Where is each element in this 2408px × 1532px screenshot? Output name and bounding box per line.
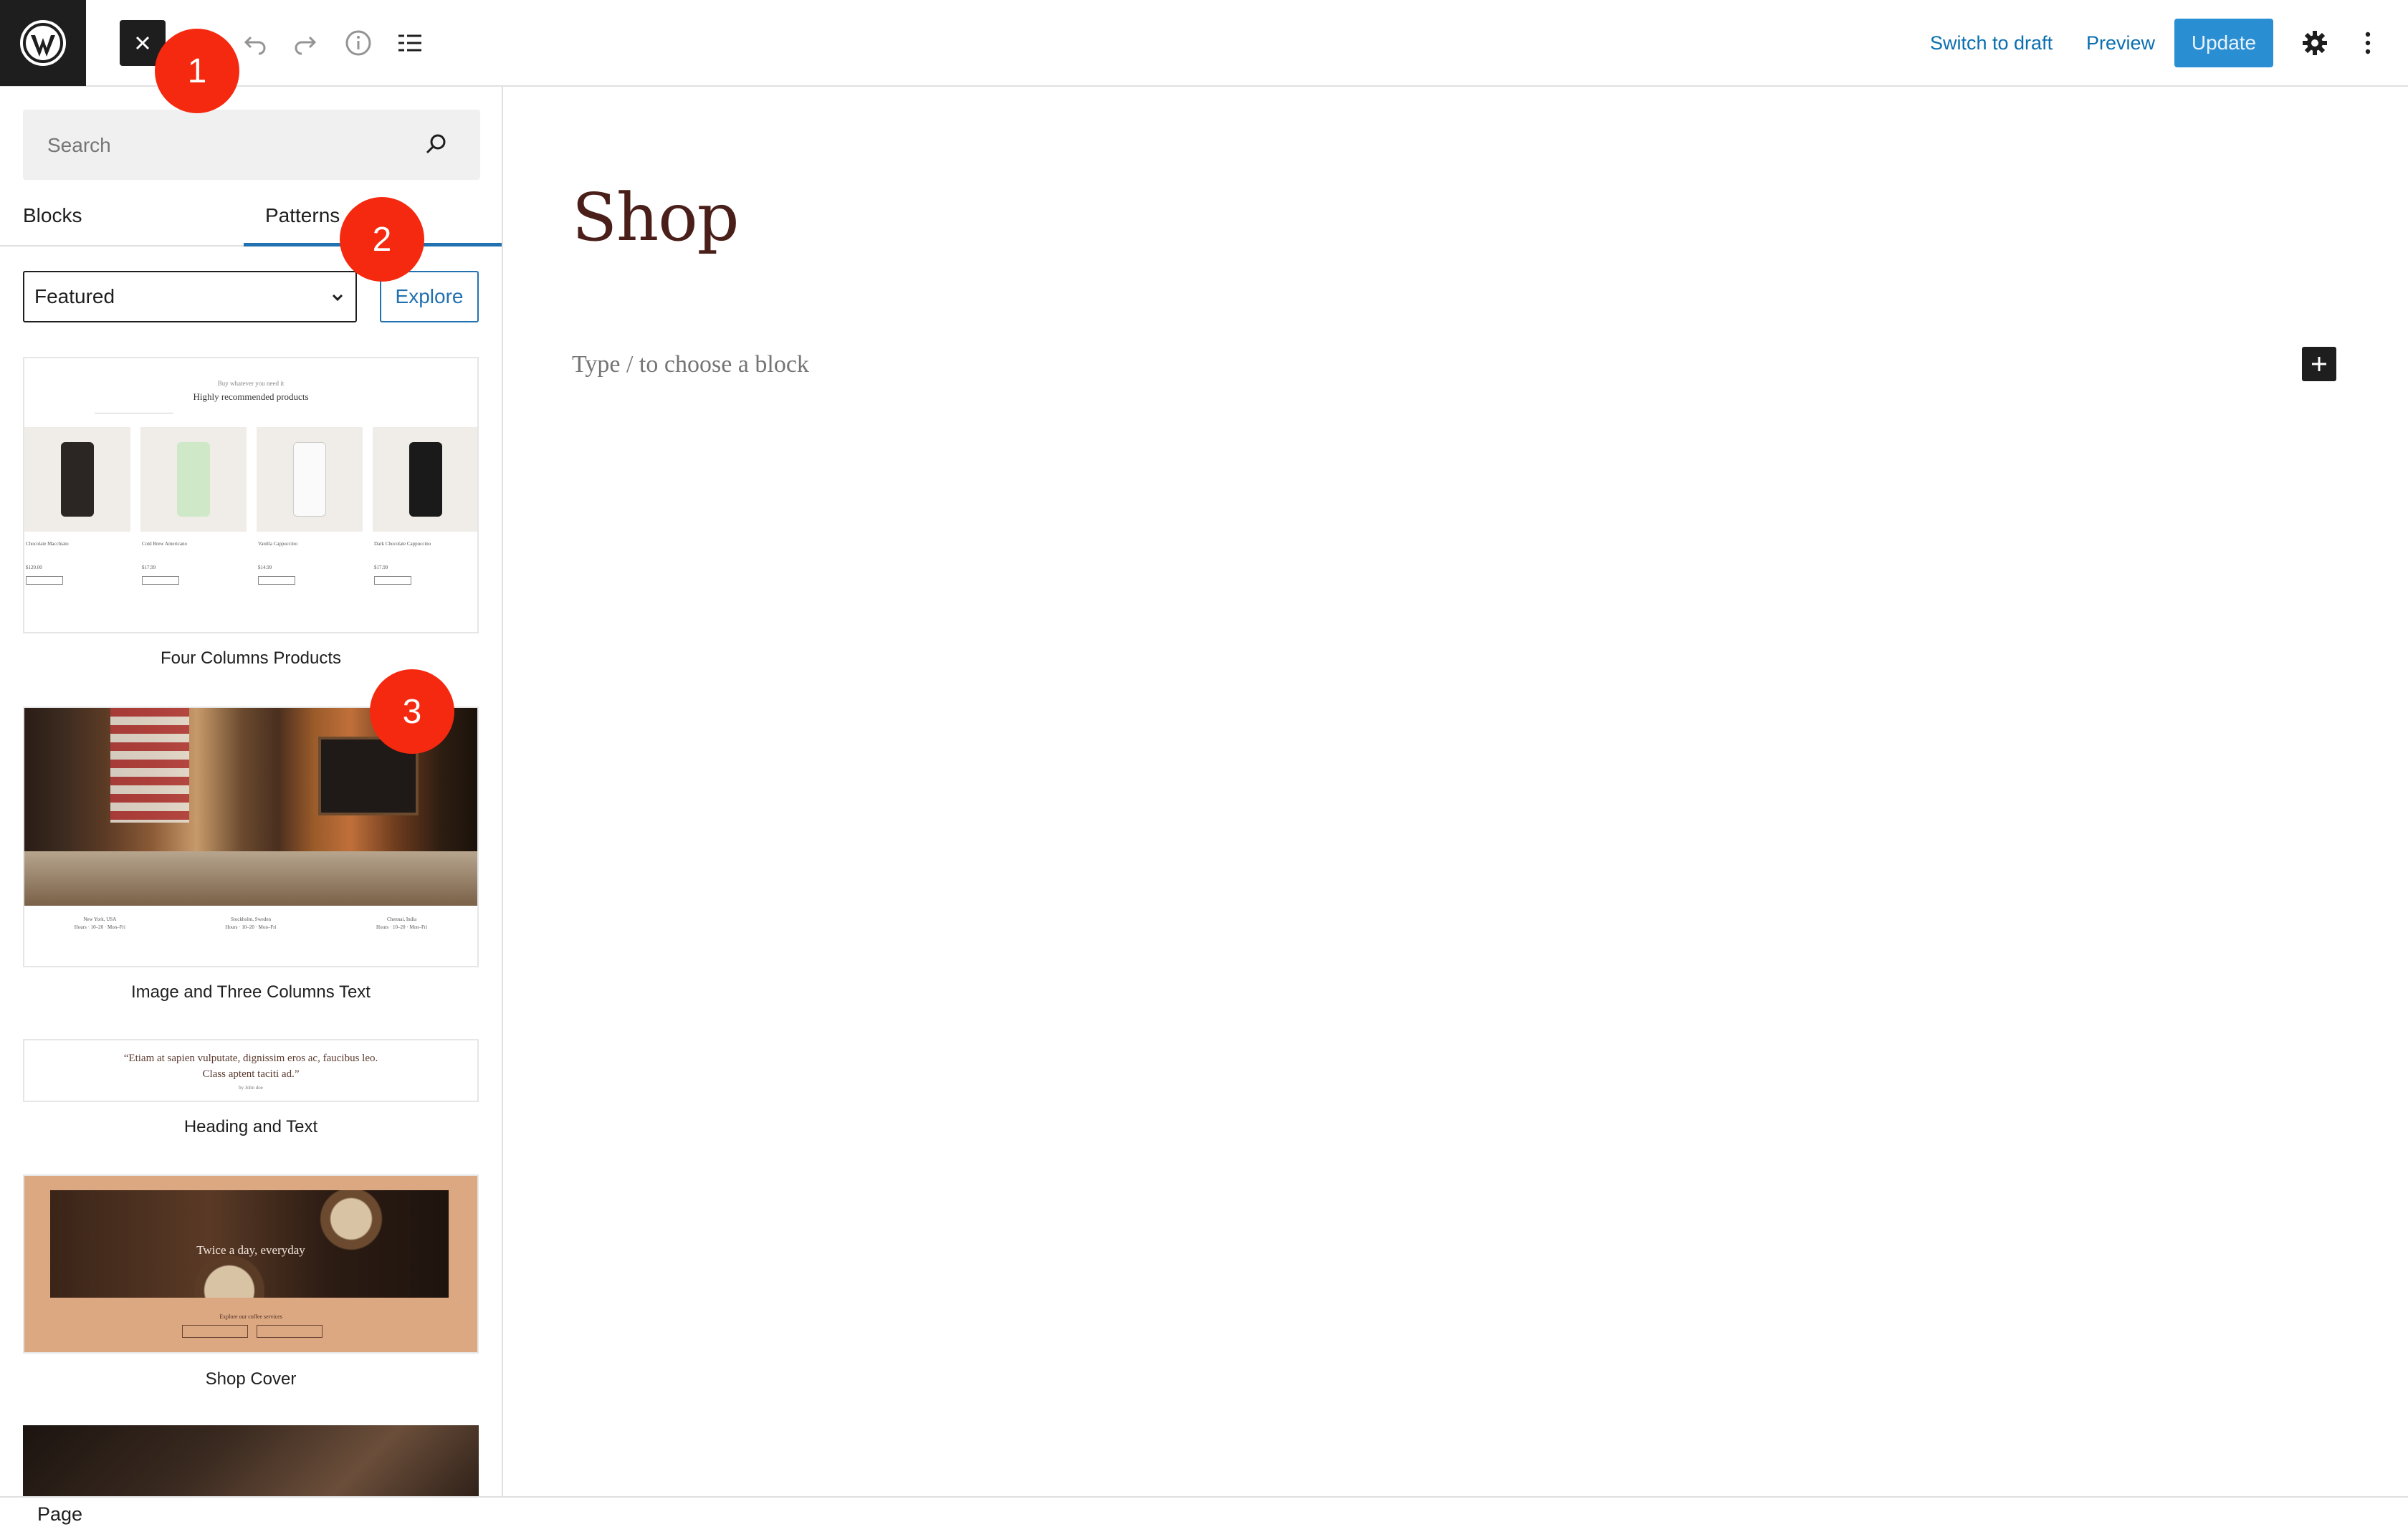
- product-info: Vanilla Cappuccino $14.99: [258, 540, 364, 585]
- product-image: [373, 427, 477, 532]
- cover-button: [182, 1325, 248, 1338]
- editor-header: Switch to draft Preview Update: [0, 0, 2408, 87]
- breadcrumb[interactable]: Page: [37, 1503, 82, 1526]
- product-info: Chocolate Macchiato $120.00: [26, 540, 132, 585]
- product-can: [409, 442, 442, 517]
- product-price: $17.99: [374, 565, 388, 570]
- pattern-label: Image and Three Columns Text: [131, 982, 371, 1002]
- pattern-preview-four-columns-products[interactable]: Buy whatever you need it Highly recommen…: [23, 357, 479, 633]
- cover-title: Twice a day, everyday: [196, 1243, 305, 1257]
- flag-detail: [110, 708, 189, 823]
- redo-button[interactable]: [284, 21, 327, 64]
- preview-heading: Buy whatever you need it Highly recommen…: [24, 380, 477, 403]
- pattern-category-select[interactable]: Featured: [23, 271, 357, 322]
- preview-quote: “Etiam at sapien vulputate, dignissim er…: [123, 1053, 378, 1080]
- search-icon: [426, 134, 446, 154]
- product-button: [258, 576, 295, 585]
- preview-quote-author: by John doe: [239, 1085, 263, 1091]
- details-button[interactable]: [337, 21, 380, 64]
- annotation-marker-2: 2: [340, 197, 424, 282]
- page-title[interactable]: Shop: [572, 179, 740, 256]
- product-name: Vanilla Cappuccino: [258, 541, 298, 547]
- info-icon: [345, 30, 371, 56]
- list-view-icon: [398, 34, 421, 52]
- product-name: Chocolate Macchiato: [26, 541, 69, 547]
- pattern-label: Shop Cover: [205, 1369, 297, 1389]
- settings-button[interactable]: [2293, 21, 2336, 64]
- wordpress-logo-icon[interactable]: [0, 0, 86, 86]
- undo-button[interactable]: [234, 21, 277, 64]
- location-column: Chennai, India Hours · 10–20 · Mon–Fri: [376, 916, 427, 932]
- cover-subtitle: Explore our coffee services: [219, 1313, 282, 1320]
- plus-icon: [2312, 357, 2326, 371]
- product-price: $120.00: [26, 565, 42, 570]
- annotation-marker-1: 1: [155, 29, 239, 113]
- pattern-label: Heading and Text: [183, 1117, 318, 1136]
- preview-title: Highly recommended products: [193, 391, 309, 402]
- product-button: [142, 576, 179, 585]
- product-can: [61, 442, 94, 517]
- cover-button: [257, 1325, 322, 1338]
- product-price: $17.99: [142, 565, 156, 570]
- search-input[interactable]: Search: [23, 110, 480, 180]
- add-block-button[interactable]: [2302, 347, 2336, 381]
- block-inserter-panel: Search Blocks Patterns Featured Explore …: [0, 87, 503, 1498]
- search-placeholder: Search: [47, 134, 111, 156]
- undo-icon: [244, 36, 266, 55]
- category-value: Featured: [34, 285, 115, 307]
- product-info: Cold Brew Americano $17.99: [142, 540, 248, 585]
- list-view-button[interactable]: [388, 21, 431, 64]
- product-image: [24, 427, 130, 532]
- pattern-preview-heading-and-text[interactable]: “Etiam at sapien vulputate, dignissim er…: [23, 1039, 479, 1102]
- close-icon: [135, 36, 150, 50]
- location-columns: New York, USA Hours · 10–20 · Mon–Fri St…: [24, 916, 477, 932]
- product-price: $14.99: [258, 565, 272, 570]
- location-city: New York, USA: [83, 916, 117, 922]
- product-button: [26, 576, 63, 585]
- location-hours: Hours · 10–20 · Mon–Fri: [74, 924, 125, 930]
- pattern-preview-next[interactable]: [23, 1425, 479, 1498]
- location-hours: Hours · 10–20 · Mon–Fri: [225, 924, 277, 930]
- product-can: [293, 442, 326, 517]
- product-info: Dark Chocolate Cappuccino $17.99: [374, 540, 477, 585]
- preview-subheading: Buy whatever you need it: [217, 380, 285, 387]
- product-button: [374, 576, 411, 585]
- product-can: [177, 442, 210, 517]
- location-hours: Hours · 10–20 · Mon–Fri: [376, 924, 428, 930]
- location-column: New York, USA Hours · 10–20 · Mon–Fri: [75, 916, 125, 932]
- editor-footer: Page: [0, 1496, 2408, 1532]
- gear-icon: [2303, 31, 2327, 55]
- preview-button[interactable]: Preview: [2086, 27, 2155, 59]
- product-name: Dark Chocolate Cappuccino: [374, 541, 431, 547]
- pattern-preview-shop-cover[interactable]: Twice a day, everyday Explore our coffee…: [23, 1174, 479, 1354]
- redo-icon: [295, 36, 317, 55]
- annotation-marker-3: 3: [370, 669, 454, 754]
- product-name: Cold Brew Americano: [142, 541, 187, 547]
- update-button[interactable]: Update: [2174, 19, 2273, 67]
- counter-detail: [24, 851, 477, 906]
- tab-patterns[interactable]: Patterns: [265, 201, 340, 230]
- location-city: Stockholm, Sweden: [230, 916, 271, 922]
- chevron-down-icon: [332, 294, 343, 302]
- options-button[interactable]: [2348, 21, 2388, 64]
- block-appender-placeholder[interactable]: Type / to choose a block: [572, 351, 809, 378]
- location-city: Chennai, India: [387, 916, 417, 922]
- switch-to-draft-button[interactable]: Switch to draft: [1930, 27, 2053, 59]
- tab-blocks[interactable]: Blocks: [23, 201, 82, 230]
- product-image: [257, 427, 363, 532]
- pattern-label: Four Columns Products: [160, 648, 342, 668]
- more-vertical-icon: [2365, 32, 2371, 54]
- product-image: [140, 427, 247, 532]
- location-column: Stockholm, Sweden Hours · 10–20 · Mon–Fr…: [225, 916, 276, 932]
